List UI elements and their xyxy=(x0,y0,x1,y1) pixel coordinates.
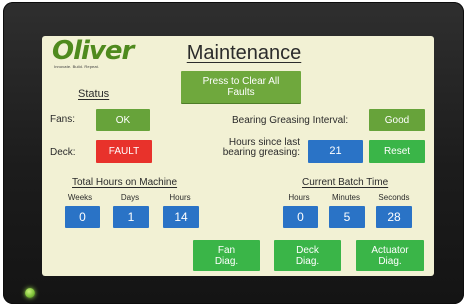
oliver-logo: Oliver Innovate. Build. Repeat. xyxy=(52,38,142,72)
total-hours-label: Hours xyxy=(169,193,191,202)
total-weeks-label: Weeks xyxy=(67,193,93,202)
deck-label: Deck: xyxy=(50,147,76,158)
fan-diag-button[interactable]: Fan Diag. xyxy=(193,240,260,271)
batch-seconds-label: Seconds xyxy=(378,193,410,202)
fan-diag-label: Fan Diag. xyxy=(215,245,238,267)
batch-seconds-value: 28 xyxy=(387,209,401,224)
batch-hours-label: Hours xyxy=(288,193,310,202)
power-led-icon xyxy=(25,288,35,298)
bearing-interval-label: Bearing Greasing Interval: xyxy=(232,115,349,126)
total-hours-display: 14 xyxy=(163,206,199,228)
actuator-diag-line1: Actuator xyxy=(371,244,409,256)
clear-faults-button[interactable]: Press to Clear All Faults xyxy=(181,71,301,103)
total-hours-heading: Total Hours on Machine xyxy=(72,177,178,188)
batch-hours-value: 0 xyxy=(297,209,304,224)
fans-status-indicator: OK xyxy=(96,109,150,131)
reset-greasing-label: Reset xyxy=(383,146,411,157)
fan-diag-line1: Fan xyxy=(217,244,236,256)
total-days-display: 1 xyxy=(113,206,149,228)
total-days-value: 1 xyxy=(127,209,135,224)
hours-since-greasing-line2: bearing greasing: xyxy=(222,147,300,158)
total-hours-value: 14 xyxy=(174,209,188,224)
hmi-screen: Oliver Innovate. Build. Repeat. Maintena… xyxy=(42,36,434,276)
fan-diag-line2: Diag. xyxy=(214,255,239,267)
bearing-interval-value: Good xyxy=(384,114,410,126)
fans-label: Fans: xyxy=(50,114,76,125)
total-weeks-display: 0 xyxy=(65,206,100,228)
page-title: Maintenance xyxy=(186,42,302,64)
batch-minutes-display: 5 xyxy=(329,206,365,228)
batch-hours-display: 0 xyxy=(283,206,318,228)
deck-diag-line2: Diag. xyxy=(295,255,320,267)
status-heading: Status xyxy=(78,88,110,100)
logo-wordmark: Oliver xyxy=(52,36,134,66)
deck-diag-label: Deck Diag. xyxy=(296,245,319,267)
batch-minutes-value: 5 xyxy=(343,209,351,224)
actuator-diag-line2: Diag. xyxy=(378,255,402,267)
deck-status-value: FAULT xyxy=(108,146,140,157)
batch-time-heading: Current Batch Time xyxy=(302,177,389,188)
hours-since-greasing-label: Hours since last bearing greasing: xyxy=(210,138,300,158)
actuator-diag-label: Actuator Diag. xyxy=(371,245,408,267)
reset-greasing-button[interactable]: Reset xyxy=(369,140,425,163)
actuator-diag-button[interactable]: Actuator Diag. xyxy=(356,240,424,271)
fans-status-value: OK xyxy=(115,114,131,126)
total-days-label: Days xyxy=(120,193,140,202)
clear-faults-label: Press to Clear All Faults xyxy=(202,76,280,98)
deck-diag-button[interactable]: Deck Diag. xyxy=(274,240,341,271)
total-weeks-value: 0 xyxy=(79,209,86,224)
batch-minutes-label: Minutes xyxy=(331,193,360,202)
deck-status-indicator: FAULT xyxy=(96,140,152,163)
deck-diag-line1: Deck xyxy=(296,244,319,256)
hours-since-greasing-value: 21 xyxy=(329,145,342,157)
batch-seconds-display: 28 xyxy=(376,206,412,228)
hours-since-greasing-display: 21 xyxy=(308,140,363,163)
bearing-interval-indicator: Good xyxy=(369,109,425,131)
